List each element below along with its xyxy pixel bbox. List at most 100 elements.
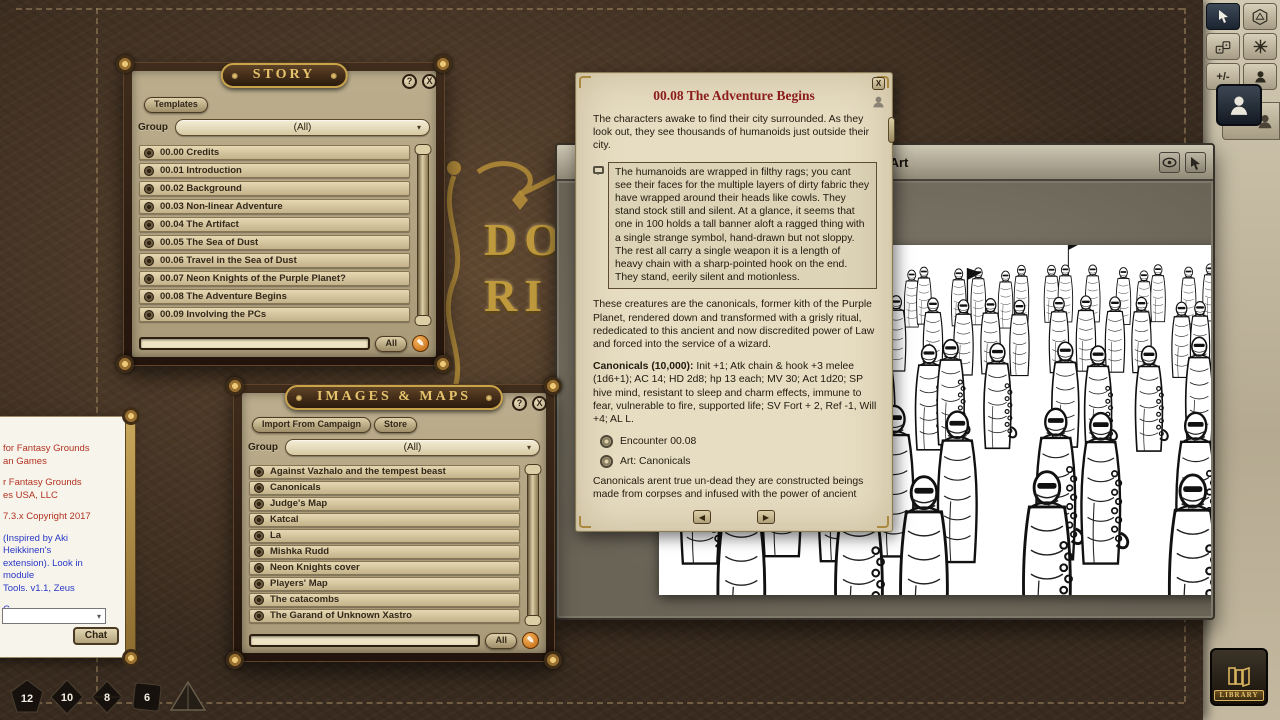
entry-bullet-icon: [254, 563, 264, 573]
edit-button[interactable]: ✎: [412, 335, 429, 352]
all-filter-button[interactable]: All: [485, 633, 517, 649]
eye-icon[interactable]: [1159, 152, 1180, 173]
image-list-item[interactable]: The catacombs: [249, 593, 520, 607]
entry-bullet-icon: [254, 499, 264, 509]
chevron-down-icon: ▾: [417, 120, 421, 136]
svg-text:6: 6: [144, 692, 150, 704]
image-list-item[interactable]: Against Vazhalo and the tempest beast: [249, 465, 520, 479]
chat-line: es USA, LLC: [3, 490, 113, 503]
help-button[interactable]: ?: [512, 396, 527, 411]
speech-bubble-icon: [593, 166, 604, 174]
entry-bullet-icon: [254, 467, 264, 477]
chevron-down-icon: ▾: [527, 440, 531, 456]
art-link[interactable]: Art: Canonicals: [600, 455, 877, 468]
story-list-item[interactable]: 00.01 Introduction: [139, 163, 410, 178]
burst-gear-button[interactable]: [1243, 33, 1277, 60]
previous-page-button[interactable]: ◀: [693, 510, 711, 524]
encounter-link-icon: [600, 435, 613, 448]
help-button[interactable]: ?: [402, 74, 417, 89]
frame-knot: [544, 651, 562, 669]
d4-die[interactable]: [168, 678, 208, 716]
d20-die-button[interactable]: [1243, 3, 1277, 30]
frame-knot: [434, 355, 452, 373]
pointer-tool-button[interactable]: [1206, 3, 1240, 30]
entry-bullet-icon: [254, 579, 264, 589]
image-list-item[interactable]: La: [249, 529, 520, 543]
close-button[interactable]: X: [532, 396, 547, 411]
page-corner-ornament: [579, 76, 591, 88]
chat-line: Tools. v1.1, Zeus: [3, 583, 113, 596]
group-dropdown[interactable]: (All) ▾: [285, 439, 540, 456]
d6-die[interactable]: 6: [128, 678, 166, 716]
story-list-item[interactable]: 00.07 Neon Knights of the Purple Planet?: [139, 271, 410, 286]
story-entry-title: 00.08 The Adventure Begins: [576, 88, 892, 104]
image-list-item[interactable]: Katcal: [249, 513, 520, 527]
filter-input[interactable]: [249, 634, 480, 647]
page-corner-ornament: [579, 516, 591, 528]
entry-bullet-icon: [254, 515, 264, 525]
next-page-button[interactable]: ▶: [757, 510, 775, 524]
story-window-title[interactable]: STORY: [221, 63, 348, 88]
story-list-item[interactable]: 00.00 Credits: [139, 145, 410, 160]
image-list-item[interactable]: Players' Map: [249, 577, 520, 591]
story-list-item[interactable]: 00.08 The Adventure Begins: [139, 289, 410, 304]
images-window[interactable]: IMAGES & MAPS ? X Import From Campaign S…: [233, 384, 555, 662]
chat-line: extension). Look in module: [3, 558, 113, 583]
chat-window-frame: [125, 412, 136, 662]
scrollbar[interactable]: [417, 147, 429, 323]
templates-button[interactable]: Templates: [144, 97, 208, 113]
story-list-item[interactable]: 00.04 The Artifact: [139, 217, 410, 232]
chat-line: (Inspired by Aki Heikkinen's: [3, 533, 113, 558]
frame-knot: [122, 649, 140, 667]
d10-die[interactable]: 10: [48, 678, 86, 716]
story-list-item[interactable]: 00.09 Involving the PCs: [139, 307, 410, 322]
stat-block: Canonicals (10,000): Init +1; Atk chain …: [593, 360, 877, 426]
dice-stack-button[interactable]: [1206, 33, 1240, 60]
page-scroll-handle[interactable]: [888, 117, 895, 143]
story-entry-list: 00.00 Credits 00.01 Introduction 00.02 B…: [139, 145, 410, 325]
store-button[interactable]: Store: [374, 417, 417, 433]
group-dropdown[interactable]: (All) ▾: [175, 119, 430, 136]
d12-die[interactable]: 12: [8, 678, 46, 716]
story-paragraph: These creatures are the canonicals, form…: [593, 298, 877, 351]
story-entry-window[interactable]: X 00.08 The Adventure Begins The charact…: [575, 72, 893, 532]
top-toolbar: +/-: [1206, 3, 1277, 90]
edit-button[interactable]: ✎: [522, 632, 539, 649]
group-label: Group: [248, 442, 278, 453]
chat-button[interactable]: Chat: [73, 627, 119, 645]
pc-button[interactable]: [1216, 84, 1262, 126]
d8-die[interactable]: 8: [88, 678, 126, 716]
story-list-item[interactable]: 00.03 Non-linear Adventure: [139, 199, 410, 214]
story-list-item[interactable]: 00.06 Travel in the Sea of Dust: [139, 253, 410, 268]
chat-line: r Fantasy Grounds: [3, 477, 113, 490]
story-window[interactable]: STORY ? X Templates Group (All) ▾ 00.00 …: [123, 62, 445, 366]
image-list-item[interactable]: Canonicals: [249, 481, 520, 495]
frame-knot: [122, 407, 140, 425]
image-list-item[interactable]: Judge's Map: [249, 497, 520, 511]
image-list-item[interactable]: Neon Knights cover: [249, 561, 520, 575]
all-filter-button[interactable]: All: [375, 336, 407, 352]
story-list-item[interactable]: 00.02 Background: [139, 181, 410, 196]
story-list-item[interactable]: 00.05 The Sea of Dust: [139, 235, 410, 250]
svg-text:8: 8: [104, 692, 110, 704]
image-list-item[interactable]: The Garand of Unknown Xastro: [249, 609, 520, 623]
svg-text:12: 12: [21, 693, 33, 705]
chat-line: for Fantasy Grounds: [3, 443, 113, 456]
encounter-link[interactable]: Encounter 00.08: [600, 435, 877, 448]
chat-window[interactable]: for Fantasy Grounds an Games r Fantasy G…: [0, 416, 128, 658]
library-button[interactable]: LIBRARY: [1210, 648, 1268, 706]
scrollbar[interactable]: [527, 467, 539, 623]
entry-bullet-icon: [144, 148, 154, 158]
entry-bullet-icon: [144, 202, 154, 212]
pointer-icon[interactable]: [1185, 152, 1206, 173]
svg-text:10: 10: [61, 692, 73, 704]
close-button[interactable]: X: [422, 74, 437, 89]
import-from-campaign-button[interactable]: Import From Campaign: [252, 417, 371, 433]
chat-mode-select[interactable]: ▾: [2, 608, 106, 624]
frame-knot: [116, 55, 134, 73]
entry-bullet-icon: [254, 547, 264, 557]
filter-input[interactable]: [139, 337, 370, 350]
dice-tray: 12 10 8 6: [8, 678, 208, 716]
images-window-title[interactable]: IMAGES & MAPS: [285, 385, 503, 410]
image-list-item[interactable]: Mishka Rudd: [249, 545, 520, 559]
